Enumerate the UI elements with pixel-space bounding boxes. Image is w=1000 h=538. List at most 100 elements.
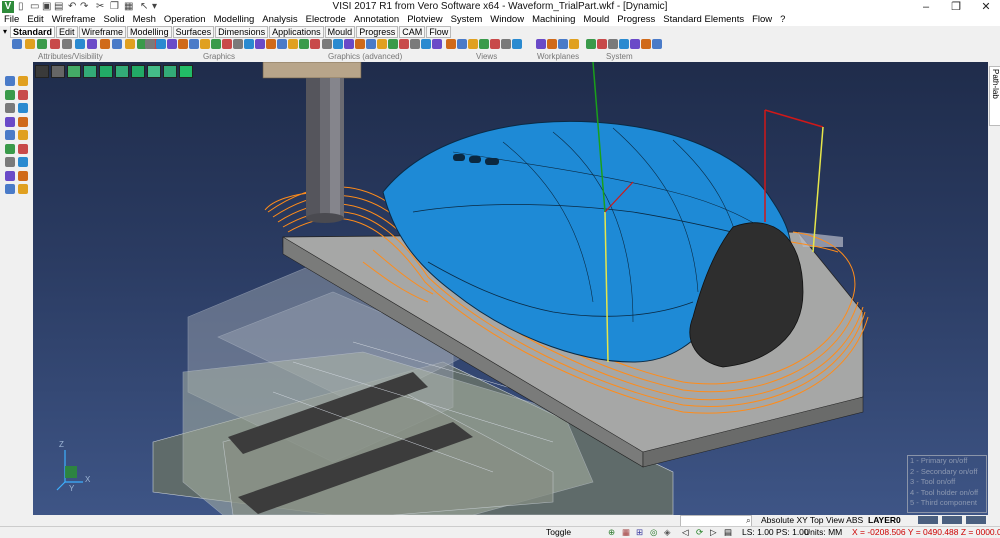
toolbar-tool-icon[interactable]	[145, 39, 155, 49]
tab-flow[interactable]: Flow	[426, 26, 452, 38]
toolbar-tool-icon[interactable]	[586, 39, 596, 49]
left-tool-icon[interactable]	[5, 184, 15, 194]
tab-surfaces[interactable]: Surfaces	[172, 26, 215, 38]
toolbar-tool-icon[interactable]	[112, 39, 122, 49]
polar-icon[interactable]: ◎	[650, 527, 657, 537]
left-tool-icon[interactable]	[18, 116, 28, 127]
menu-flow[interactable]: Flow	[748, 14, 776, 26]
menu-system[interactable]: System	[447, 14, 487, 26]
legend-third-component[interactable]: 5 - Third component	[908, 498, 986, 509]
toolbar-tool-icon[interactable]	[512, 39, 522, 49]
toolbar-tool-icon[interactable]	[344, 39, 354, 49]
path-lab-tab[interactable]: Path-lab	[989, 66, 1000, 126]
menu-annotation[interactable]: Annotation	[350, 14, 403, 26]
tab-standard[interactable]: Standard	[10, 26, 56, 38]
legend-secondary[interactable]: 2 - Secondary on/off	[908, 467, 986, 478]
menu-analysis[interactable]: Analysis	[258, 14, 301, 26]
toolbar-tool-icon[interactable]	[244, 39, 254, 49]
toolbar-tool-icon[interactable]	[200, 39, 210, 49]
tab-edit[interactable]: Edit	[56, 26, 78, 38]
menu-electrode[interactable]: Electrode	[302, 14, 350, 26]
toolbar-tool-icon[interactable]	[288, 39, 298, 49]
forward-icon[interactable]: ▷	[710, 527, 717, 537]
toolbar-tool-icon[interactable]	[446, 39, 456, 49]
tab-wireframe[interactable]: Wireframe	[78, 26, 127, 38]
toolbar-tool-icon[interactable]	[558, 39, 568, 49]
left-tool-icon[interactable]	[18, 170, 28, 181]
toolbar-tool-icon[interactable]	[74, 39, 85, 49]
tab-cam[interactable]: CAM	[399, 26, 426, 38]
left-tool-icon[interactable]	[5, 76, 15, 86]
grid-icon[interactable]: ▦	[622, 527, 630, 537]
menu-standard-elements[interactable]: Standard Elements	[659, 14, 748, 26]
toolbar-tool-icon[interactable]	[597, 39, 607, 49]
left-tool-icon[interactable]	[5, 170, 15, 181]
regenerate-icon[interactable]: ⟳	[696, 527, 703, 537]
minimize-icon[interactable]: –	[912, 0, 940, 14]
ribbon-dropdown-icon[interactable]: ▾	[0, 26, 10, 38]
toolbar-tool-icon[interactable]	[399, 39, 409, 49]
menu-plotview[interactable]: Plotview	[403, 14, 446, 26]
info-icon[interactable]: ▤	[724, 527, 732, 537]
toolbar-tool-icon[interactable]	[421, 39, 431, 49]
menu-mesh[interactable]: Mesh	[129, 14, 160, 26]
view-label[interactable]: Absolute XY Top	[761, 515, 824, 525]
toolbar-tool-icon[interactable]	[479, 39, 489, 49]
tab-mould[interactable]: Mould	[324, 26, 356, 38]
toolbar-tool-icon[interactable]	[178, 39, 188, 49]
tab-progress[interactable]: Progress	[356, 26, 399, 38]
toolbar-tool-icon[interactable]	[211, 39, 221, 49]
toolbar-tool-icon[interactable]	[255, 39, 265, 49]
toolbar-tool-icon[interactable]	[99, 39, 110, 49]
toolbar-tool-icon[interactable]	[124, 39, 135, 49]
left-tool-icon[interactable]	[18, 130, 28, 140]
toolbar-tool-icon[interactable]	[619, 39, 629, 49]
tab-dimensions[interactable]: Dimensions	[215, 26, 269, 38]
legend-tool[interactable]: 3 - Tool on/off	[908, 477, 986, 488]
menu-modelling[interactable]: Modelling	[210, 14, 259, 26]
menu-progress[interactable]: Progress	[613, 14, 659, 26]
toolbar-tool-icon[interactable]	[388, 39, 398, 49]
toolbar-tool-icon[interactable]	[37, 39, 47, 49]
left-tool-icon[interactable]	[18, 143, 28, 154]
toolbar-tool-icon[interactable]	[355, 39, 365, 49]
toolbar-tool-icon[interactable]	[608, 39, 618, 49]
snap-icon[interactable]: ⊕	[608, 527, 615, 537]
close-icon[interactable]: ✕	[972, 0, 1000, 14]
left-tool-icon[interactable]	[18, 89, 28, 100]
toolbar-tool-icon[interactable]	[12, 39, 22, 49]
back-icon[interactable]: ◁	[682, 527, 689, 537]
layer-label[interactable]: LAYER0	[868, 515, 901, 525]
legend-primary[interactable]: 1 - Primary on/off	[908, 456, 986, 467]
toolbar-tool-icon[interactable]	[49, 39, 60, 49]
left-tool-icon[interactable]	[5, 89, 15, 100]
toolbar-tool-icon[interactable]	[468, 39, 478, 49]
toolbar-tool-icon[interactable]	[630, 39, 640, 49]
status-cell-1[interactable]	[918, 516, 938, 524]
menu-machining[interactable]: Machining	[528, 14, 579, 26]
zoom-search-icon[interactable]: ⌕	[746, 515, 751, 525]
toolbar-tool-icon[interactable]	[536, 39, 546, 49]
toolbar-tool-icon[interactable]	[189, 39, 199, 49]
toolbar-tool-icon[interactable]	[547, 39, 557, 49]
toolbar-tool-icon[interactable]	[457, 39, 467, 49]
toolbar-tool-icon[interactable]	[299, 39, 309, 49]
toolbar-tool-icon[interactable]	[501, 39, 511, 49]
toolbar-tool-icon[interactable]	[277, 39, 287, 49]
toolbar-tool-icon[interactable]	[377, 39, 387, 49]
status-cell-3[interactable]	[966, 516, 986, 524]
toolbar-tool-icon[interactable]	[24, 39, 35, 49]
toolbar-tool-icon[interactable]	[87, 39, 97, 49]
toggle-button[interactable]: Toggle	[546, 527, 571, 537]
left-tool-icon[interactable]	[18, 103, 28, 113]
toolbar-tool-icon[interactable]	[222, 39, 232, 49]
left-tool-icon[interactable]	[5, 157, 15, 167]
toolbar-tool-icon[interactable]	[490, 39, 500, 49]
left-tool-icon[interactable]	[18, 76, 28, 86]
view-abs-label[interactable]: View ABS	[826, 515, 863, 525]
toolbar-tool-icon[interactable]	[156, 39, 166, 49]
toolbar-tool-icon[interactable]	[62, 39, 72, 49]
ortho-icon[interactable]: ⊞	[636, 527, 643, 537]
status-cell-2[interactable]	[942, 516, 962, 524]
toolbar-tool-icon[interactable]	[641, 39, 651, 49]
